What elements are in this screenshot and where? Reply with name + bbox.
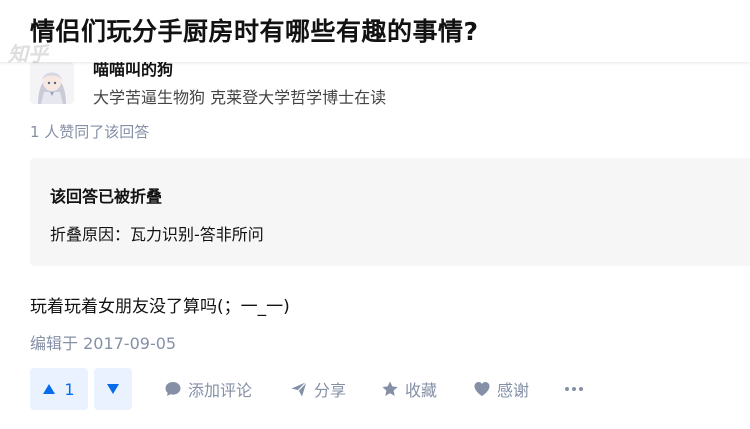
collapsed-notice: 该回答已被折叠 折叠原因：瓦力识别-答非所问 [30, 158, 750, 266]
upvote-count: 1 [64, 379, 75, 399]
answer-actions: 1 添加评论 分享 收藏 感谢 [30, 368, 750, 410]
share-label: 分享 [314, 381, 347, 400]
star-icon [382, 381, 398, 396]
share-icon [291, 381, 307, 397]
favorite-button[interactable]: 收藏 [381, 368, 437, 410]
share-button[interactable]: 分享 [290, 368, 346, 410]
comment-label: 添加评论 [188, 381, 253, 400]
collapsed-reason: 折叠原因：瓦力识别-答非所问 [50, 225, 264, 244]
edit-time[interactable]: 编辑于 2017-09-05 [30, 330, 176, 354]
thanks-label: 感谢 [497, 381, 530, 400]
triangle-down-icon [107, 384, 119, 394]
comment-icon [165, 382, 181, 396]
vote-summary[interactable]: 1 人赞同了该回答 [30, 121, 149, 142]
question-header: 情侣们玩分手厨房时有哪些有趣的事情? [0, 0, 750, 62]
collapsed-title: 该回答已被折叠 [50, 187, 163, 206]
watermark: 知乎 [8, 42, 48, 66]
more-icon [565, 387, 583, 391]
thanks-button[interactable]: 感谢 [473, 368, 529, 410]
heart-icon [474, 382, 490, 396]
author-headline: 大学苦逼生物狗 克莱登大学哲学博士在读 [93, 88, 387, 107]
author-avatar[interactable] [30, 62, 74, 104]
answer-content: 玩着玩着女朋友没了算吗(；一_一) [30, 297, 290, 317]
upvote-button[interactable]: 1 [30, 368, 88, 410]
downvote-button[interactable] [94, 368, 132, 410]
anime-girl-avatar [30, 62, 74, 104]
more-button[interactable] [564, 368, 584, 410]
favorite-label: 收藏 [405, 381, 438, 400]
question-title[interactable]: 情侣们玩分手厨房时有哪些有趣的事情? [30, 12, 479, 48]
comment-button[interactable]: 添加评论 [164, 368, 252, 410]
triangle-up-icon [43, 384, 56, 394]
